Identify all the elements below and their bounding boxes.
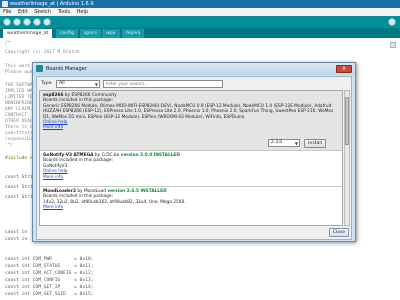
- type-label: Type: [41, 81, 52, 86]
- installed-badge: version 2.6.5 INSTALLED: [107, 189, 167, 194]
- type-select-value: All: [59, 81, 65, 86]
- code-line: const int COM_PWR = 0x10;: [5, 257, 94, 262]
- code-line: const int COM_GET_IP = 0x14;: [5, 285, 94, 290]
- boards-manager-dialog: Boards Manager x Type All ▼ esp8266 by E…: [32, 62, 356, 242]
- code-line: #include <E: [5, 156, 36, 161]
- menu-sketch[interactable]: Sketch: [34, 9, 51, 15]
- install-button[interactable]: Install: [304, 139, 326, 148]
- list-scrollbar[interactable]: [344, 90, 350, 226]
- serial-monitor-icon[interactable]: [388, 18, 396, 26]
- chevron-down-icon: ▼: [294, 141, 298, 146]
- tab-teplva[interactable]: teplva: [122, 29, 145, 38]
- code-line: const Strin: [5, 185, 36, 190]
- ide-window-title: weatherlimage_at | Arduino 1.6.9: [10, 1, 94, 7]
- code-line: const Strin: [5, 195, 36, 200]
- list-item[interactable]: GoNotify-V3 ATMEGA by G.DC.be version 3.…: [40, 151, 342, 187]
- code-line: const int COM_GET_SSID = 0x15;: [5, 292, 94, 297]
- menu-edit[interactable]: Edit: [18, 9, 28, 15]
- version-select[interactable]: 2.3.0 ▼: [268, 139, 300, 147]
- ide-menu-bar: File Edit Sketch Tools Help: [0, 8, 400, 16]
- ide-tab-strip: weatherlimage_at config specs wpa teplva: [0, 28, 400, 38]
- code-line: Copyright (c) 2017 M.Blatch: [5, 50, 80, 55]
- code-line: */: [5, 143, 14, 148]
- code-line: const int COM_ACT_CONFIG = 0x12;: [5, 271, 94, 276]
- arduino-app-icon: [2, 1, 8, 7]
- arduino-app-icon: [36, 65, 43, 72]
- menu-file[interactable]: File: [3, 9, 11, 15]
- dialog-body: Type All ▼ esp8266 by ESP8266 Community …: [36, 76, 352, 240]
- open-sketch-icon[interactable]: [33, 18, 41, 26]
- code-line: const in: [5, 230, 28, 235]
- code-line: const int COM_STATUS = 0x11;: [5, 264, 94, 269]
- scrollbar-thumb[interactable]: [345, 97, 349, 145]
- filter-search-input[interactable]: [103, 80, 223, 88]
- menu-tools[interactable]: Tools: [58, 9, 70, 15]
- code-line: const int COM_CONFIG = 0x13;: [5, 278, 94, 283]
- type-select[interactable]: All ▼: [56, 80, 100, 88]
- tab-menu-icon[interactable]: [390, 42, 396, 48]
- code-line: const Strin: [5, 175, 36, 180]
- more-info-link[interactable]: More info: [43, 125, 339, 130]
- code-line: /*: [5, 41, 11, 46]
- version-select-value: 2.3.0: [271, 140, 283, 145]
- new-sketch-icon[interactable]: [23, 18, 31, 26]
- dialog-title-bar[interactable]: Boards Manager x: [33, 63, 355, 75]
- ide-title-bar: weatherlimage_at | Arduino 1.6.9: [0, 0, 400, 8]
- tab-weatherlimage[interactable]: weatherlimage_at: [3, 29, 53, 38]
- close-icon[interactable]: x: [336, 65, 352, 73]
- save-sketch-icon[interactable]: [43, 18, 51, 26]
- more-info-link[interactable]: More info: [43, 175, 339, 180]
- tab-specs[interactable]: specs: [80, 29, 102, 38]
- upload-icon[interactable]: [13, 18, 21, 26]
- dialog-title: Boards Manager: [46, 66, 87, 72]
- list-item[interactable]: MoodLoader2 by MoodLoad version 2.6.5 IN…: [40, 187, 342, 225]
- code-line: Please ope: [5, 70, 33, 75]
- verify-icon[interactable]: [3, 18, 11, 26]
- ide-toolbar: [0, 16, 400, 28]
- close-button[interactable]: Close: [329, 228, 349, 237]
- tab-config[interactable]: config: [56, 29, 79, 38]
- code-line: const in: [5, 237, 28, 242]
- tab-wpa[interactable]: wpa: [102, 29, 120, 38]
- boards-list: esp8266 by ESP8266 Community Boards incl…: [39, 90, 343, 226]
- chevron-down-icon: ▼: [94, 82, 98, 87]
- more-info-link[interactable]: More info: [43, 205, 339, 210]
- filter-row: Type All ▼: [39, 79, 349, 89]
- list-item[interactable]: esp8266 by ESP8266 Community Boards incl…: [40, 91, 342, 151]
- installed-badge: version 3.0.0 INSTALLED: [120, 153, 180, 158]
- boards-included: Generic ESP8266 Module, Olimex MOD-WIFI-…: [43, 103, 334, 120]
- menu-help[interactable]: Help: [77, 9, 88, 15]
